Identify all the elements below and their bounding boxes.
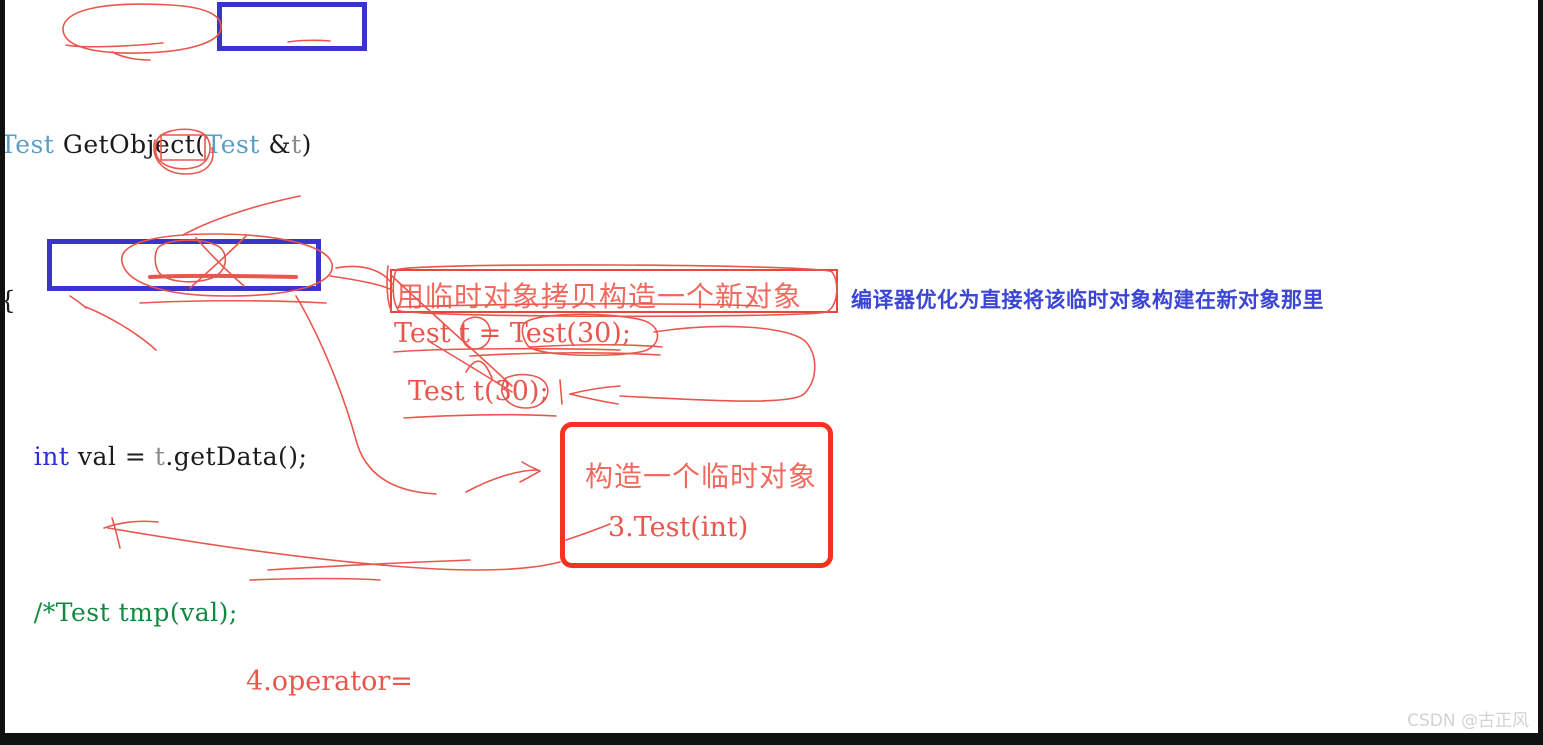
- code-line-1: Test GetObject(Test &t): [0, 125, 820, 164]
- token-plain: GetObject(: [54, 130, 206, 159]
- token-plain: val =: [69, 442, 155, 471]
- conclusion-text: 编译器优化为直接将该临时对象构建在新对象那里: [851, 288, 1324, 312]
- token-type: Test: [205, 130, 260, 159]
- token-plain: .getData();: [165, 442, 308, 471]
- token-plain: &: [259, 130, 292, 159]
- token-type: Test: [0, 130, 55, 159]
- token-param: t: [291, 130, 302, 159]
- watermark: CSDN @古正风: [1407, 711, 1529, 731]
- annotation-temp-object-text: 构造一个临时对象: [585, 460, 818, 493]
- annotated-code-screenshot: Test GetObject(Test &t) { int val = t.ge…: [0, 0, 1543, 745]
- frame-border-right: [1538, 0, 1543, 745]
- call-sequence-item: 4.operator=: [246, 666, 413, 697]
- annotation-temp-object-call-item: 3.Test(int): [608, 512, 749, 543]
- annotation-copy-construct-text: 用临时对象拷贝构造一个新对象: [396, 280, 803, 313]
- frame-border-left: [0, 0, 5, 745]
- call-sequence-list: 4.operator= 5.~Test() 6.~Test() 7.~Test(…: [246, 587, 413, 745]
- token-keyword: int: [33, 442, 70, 471]
- frame-border-bottom: [0, 733, 1543, 745]
- token-comment: /*Test tmp(val);: [33, 598, 238, 627]
- annotation-direct-initialization-expression: Test t(30);: [408, 376, 549, 407]
- annotation-copy-initialization-expression: Test t = Test(30);: [394, 318, 631, 349]
- token-param: t: [154, 442, 166, 471]
- token-plain: ): [301, 130, 312, 159]
